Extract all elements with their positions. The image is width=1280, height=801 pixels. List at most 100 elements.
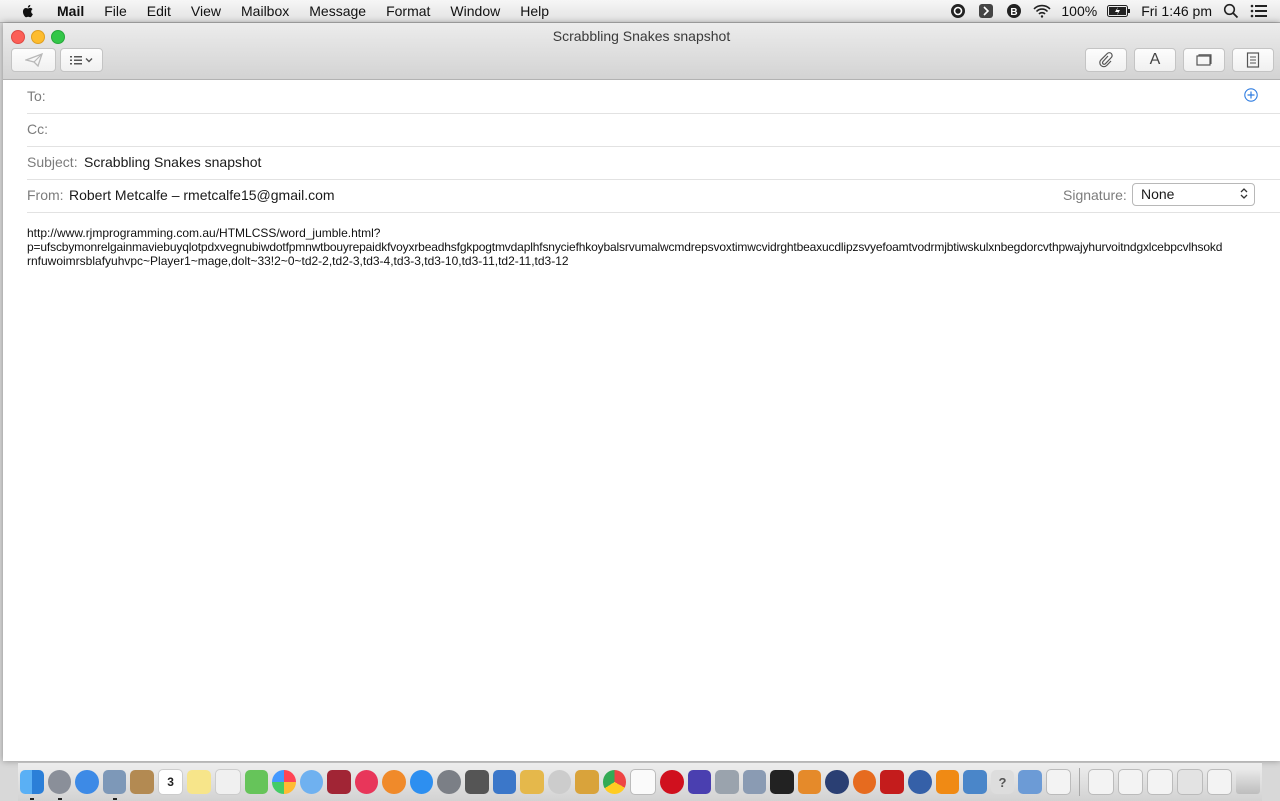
opera-icon[interactable] (659, 770, 684, 794)
paperclip-icon (1099, 52, 1113, 68)
virtualbox-icon[interactable] (1018, 770, 1042, 794)
preview-icon[interactable] (465, 770, 489, 794)
add-contact-icon[interactable] (1244, 88, 1258, 102)
dock-separator (1079, 768, 1081, 796)
photos-icon[interactable] (272, 770, 296, 794)
send-icon (24, 53, 43, 67)
wifi-icon[interactable] (1033, 2, 1051, 20)
screenshot-icon[interactable] (742, 770, 767, 794)
to-label: To: (27, 88, 46, 104)
chrome-canary-icon[interactable] (547, 770, 572, 794)
header-fields-button[interactable] (60, 48, 103, 72)
body-line: rnfuwoimrsblafyuhvpc~Player1~mage,dolt~3… (27, 254, 569, 268)
menu-format[interactable]: Format (376, 0, 440, 22)
updown-chevron-icon (1240, 188, 1248, 199)
message-body[interactable]: http://www.rjmprogramming.com.au/HTMLCSS… (27, 226, 1257, 268)
chrome-icon[interactable] (602, 770, 627, 794)
facetime-icon[interactable] (299, 770, 324, 794)
document-stack-icon[interactable] (1088, 769, 1114, 795)
menu-edit[interactable]: Edit (137, 0, 181, 22)
status-audio-icon[interactable] (977, 2, 995, 20)
bbedit-icon[interactable] (825, 770, 849, 794)
from-label: From: (27, 187, 64, 203)
vlc-icon[interactable] (935, 770, 960, 794)
menu-app-mail[interactable]: Mail (51, 0, 94, 22)
messages-icon[interactable] (244, 770, 269, 794)
menu-message[interactable]: Message (299, 0, 376, 22)
battery-percent: 100% (1061, 3, 1098, 19)
attach-button[interactable] (1085, 48, 1127, 72)
script-editor-icon[interactable] (575, 770, 599, 794)
calendar-date: 3 (167, 775, 174, 789)
stationery-icon (1246, 52, 1260, 68)
list-icon (69, 56, 92, 65)
textedit-icon[interactable] (1045, 769, 1072, 795)
downloads-stack-icon[interactable] (1117, 769, 1144, 795)
calendar-icon[interactable]: 3 (157, 769, 184, 795)
ibooks-icon[interactable] (382, 770, 406, 794)
signature-value: None (1141, 186, 1175, 202)
reminders-icon[interactable] (214, 769, 241, 795)
title-bar: Scrabbling Snakes snapshot A (3, 23, 1280, 80)
browser-icon (1196, 54, 1212, 66)
cc-field[interactable] (57, 121, 1207, 139)
dock: 3 ? (18, 762, 1262, 801)
app-store-icon[interactable] (409, 770, 434, 794)
menu-file[interactable]: File (94, 0, 137, 22)
spotlight-search-icon[interactable] (1222, 2, 1240, 20)
status-circle-icon[interactable] (949, 2, 967, 20)
signature-select[interactable]: None (1132, 183, 1255, 206)
launchpad-icon[interactable] (47, 770, 72, 800)
menu-bar: Mail File Edit View Mailbox Message Form… (0, 0, 1280, 23)
system-preferences-icon[interactable] (437, 770, 461, 794)
cc-row: Cc: (27, 113, 1280, 147)
format-button[interactable]: A (1134, 48, 1176, 72)
filemerge-icon[interactable] (520, 770, 544, 794)
help-icon[interactable]: ? (990, 770, 1015, 794)
photo-booth-icon[interactable] (327, 770, 351, 794)
documents-stack-icon[interactable] (1147, 769, 1174, 795)
trash-icon[interactable] (1236, 770, 1260, 794)
window-title: Scrabbling Snakes snapshot (552, 28, 731, 44)
font-icon: A (1149, 51, 1161, 68)
clock[interactable]: Fri 1:46 pm (1141, 3, 1212, 19)
itunes-icon[interactable] (354, 770, 379, 794)
document-icon[interactable] (630, 769, 656, 795)
battery-icon[interactable] (1107, 2, 1131, 20)
subject-row: Subject: Scrabbling Snakes snapshot (27, 146, 1280, 180)
filezilla-icon[interactable] (880, 770, 904, 794)
xcode-icon[interactable] (492, 770, 517, 794)
body-line: http://www.rjmprogramming.com.au/HTMLCSS… (27, 226, 381, 240)
subject-label: Subject: (27, 154, 78, 170)
star-icon[interactable] (687, 770, 712, 794)
menu-window[interactable]: Window (440, 0, 510, 22)
applications-stack-icon[interactable] (1206, 769, 1233, 795)
to-field[interactable] (57, 88, 1207, 106)
safari-icon[interactable] (75, 770, 99, 794)
stationery-button[interactable] (1232, 48, 1274, 72)
apple-menu-icon[interactable] (19, 2, 37, 20)
send-button[interactable] (11, 48, 56, 72)
firefox-icon[interactable] (852, 770, 877, 794)
screen-sharing-icon[interactable] (963, 770, 987, 794)
menu-mailbox[interactable]: Mailbox (231, 0, 299, 22)
from-row: From: Robert Metcalfe – rmetcalfe15@gmai… (27, 179, 1280, 213)
subject-field[interactable]: Scrabbling Snakes snapshot (84, 154, 261, 170)
finder-icon[interactable] (20, 770, 44, 800)
quicktime-icon[interactable] (908, 770, 932, 794)
terminal-icon[interactable] (770, 770, 794, 794)
menu-help[interactable]: Help (510, 0, 559, 22)
screenshots-stack-icon[interactable] (1177, 769, 1203, 795)
status-bbedit-icon[interactable]: B (1005, 2, 1023, 20)
menu-view[interactable]: View (181, 0, 231, 22)
photo-browser-button[interactable] (1183, 48, 1225, 72)
tools-icon[interactable] (797, 770, 822, 794)
notes-icon[interactable] (187, 770, 211, 794)
compose-window: Scrabbling Snakes snapshot A To: Cc: Sub… (3, 23, 1280, 761)
contacts-icon[interactable] (130, 770, 154, 794)
textwrangler-icon[interactable] (715, 770, 739, 794)
from-select[interactable]: Robert Metcalfe – rmetcalfe15@gmail.com (69, 187, 335, 203)
notification-center-icon[interactable] (1250, 2, 1268, 20)
body-line: p=ufscbymonrelgainmaviebuyqlotpdxvegnubi… (27, 240, 1223, 254)
mail-icon[interactable] (102, 770, 127, 800)
